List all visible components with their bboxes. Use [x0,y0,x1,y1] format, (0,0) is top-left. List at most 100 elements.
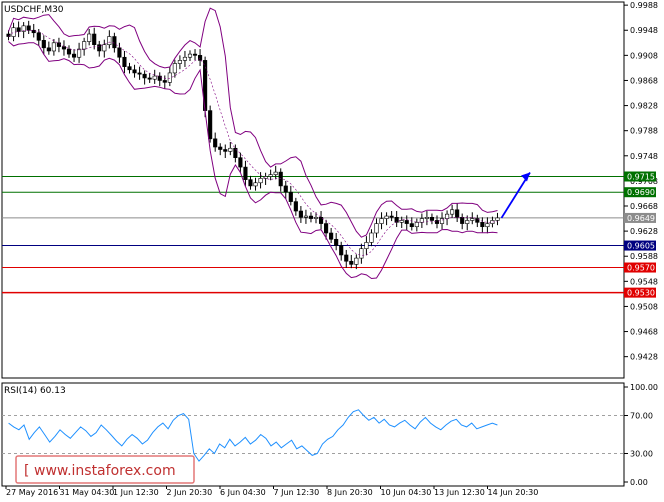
candle-body [198,55,203,61]
time-tick-label: 14 Jun 20:30 [488,488,539,497]
candle-body [339,245,344,256]
candle-body [51,42,56,52]
candle-body [445,213,450,219]
candle-body [243,166,248,180]
candle-body [102,44,107,52]
candle-body [97,44,102,52]
candle-body [404,220,409,224]
level-label-0.9715: 0.9715 [627,173,655,182]
level-label-0.9690: 0.9690 [627,188,655,197]
candle-body [349,260,354,265]
candle-body [308,215,314,219]
level-label-0.9649: 0.9649 [627,214,655,223]
candle-body [278,171,283,187]
candle-body [424,217,429,219]
candle-body [192,53,198,56]
candle-body [137,72,142,75]
candle-body [187,53,193,58]
candle-body [107,36,112,45]
candle-body [389,215,394,218]
candle-body [455,209,460,218]
price-tick-label: 0.9748 [630,152,658,161]
candle-body [56,42,61,47]
price-tick-label: 0.9588 [630,252,658,261]
time-tick-label: 10 Jun 04:30 [381,488,432,497]
watermark-text: www.instaforex.com [34,463,176,479]
candle-body [172,63,177,74]
candle-body [157,75,162,81]
price-tick-label: 0.9828 [630,102,658,111]
time-tick-label: 2 Jun 20:30 [167,488,213,497]
candle-body [228,147,233,152]
candle-body [127,66,132,71]
candle-body [283,185,288,193]
rsi-tick-label: 30.00 [630,450,653,459]
time-tick-label: 1 Jun 12:30 [113,488,159,497]
candle-body [324,223,329,234]
candle-body [258,178,263,184]
price-panel: 0.9988 0.9948 0.9908 0.9868 0.9828 0.9788 0.97… [1,1,658,379]
candle-body [399,220,404,223]
candle-body [77,48,82,58]
price-tick-label: 0.9548 [630,277,658,286]
candle-body [409,223,414,228]
candle-body [238,157,243,168]
candle-body [495,217,500,221]
candle-body [36,32,41,41]
price-tick-label: 0.9668 [630,202,658,211]
rsi-tick-label: 0.00 [630,478,648,487]
candle-body [223,149,228,152]
candle-body [66,48,72,55]
candle-body [273,171,278,175]
candle-body [359,248,364,259]
candle-body [384,215,389,219]
svg-text:[: [ [24,463,29,479]
candle-body [480,222,485,228]
price-tick-label: 0.9428 [630,353,658,362]
candle-body [92,33,97,45]
watermark-logo: [ www.instaforex.com [15,455,195,484]
candle-body [147,77,152,80]
time-tick-label: 6 Jun 04:30 [220,488,266,497]
candle-body [313,217,319,219]
time-tick-label: 7 Jun 12:30 [274,488,320,497]
time-tick-label: 8 Jun 20:30 [327,488,373,497]
candle-body [218,146,223,150]
candle-body [414,222,419,228]
candle-body [450,209,455,215]
candle-body [374,223,379,234]
candle-body [162,80,167,83]
candle-body [369,232,374,243]
time-axis: 27 May 2016 31 May 04:301 Jun 12:30 2 Jun … [5,486,539,497]
candle-body [16,27,21,32]
candle-body [293,201,298,212]
candle-body [152,75,157,80]
candle-body [46,47,51,52]
candle-body [429,217,435,221]
candle-body [248,179,253,187]
candle-body [354,257,359,265]
price-tick-label: 0.9468 [630,328,658,337]
candle-body [71,53,77,58]
candle-body [26,25,31,31]
candle-body [11,27,16,37]
candle-body [379,218,384,224]
rsi-tick-label: 70.00 [630,412,653,421]
price-tick-label: 0.9868 [630,76,658,85]
candle-body [298,210,303,218]
time-tick-label: 31 May 04:30 [60,488,115,497]
candle-body [288,191,293,202]
candle-body [485,223,490,228]
candle-body [167,72,172,83]
candle-body [465,220,470,224]
time-tick-label: 13 Jun 12:30 [434,488,485,497]
candle-body [112,36,117,49]
candle-body [439,218,445,224]
chart-title: USDCHF,M30 [4,5,64,15]
candle-body [460,217,465,224]
candle-body [268,174,273,177]
candle-body [182,56,188,61]
level-label-0.9605: 0.9605 [627,242,655,251]
rsi-tick-label: 100.00 [630,383,658,392]
candle-body [208,110,213,140]
